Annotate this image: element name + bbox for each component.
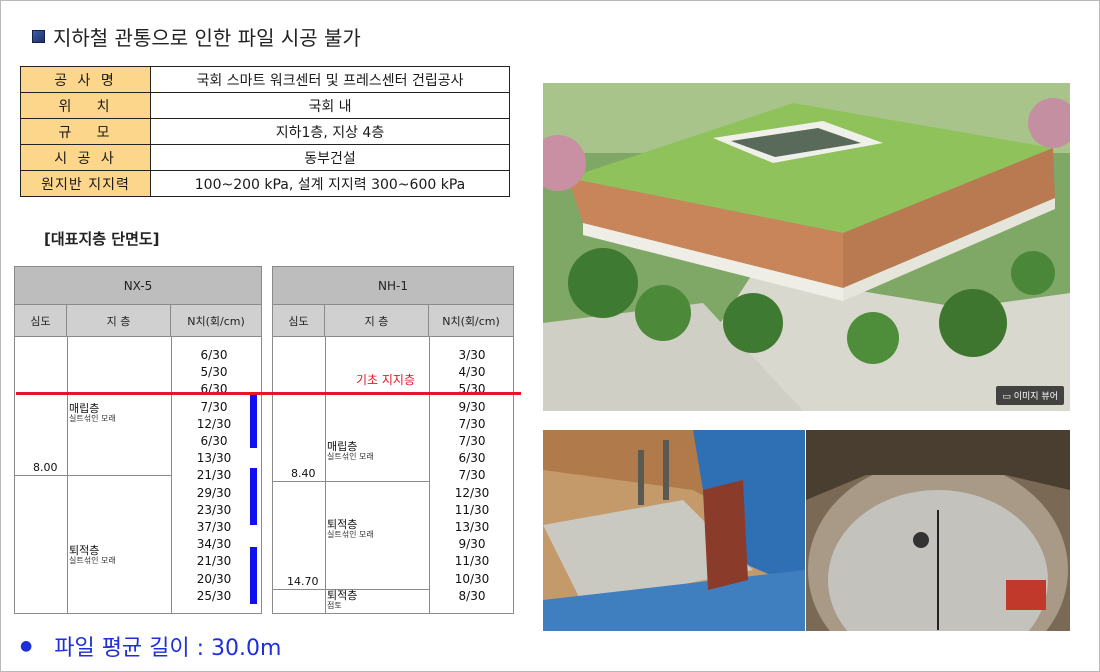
info-value: 100~200 kPa, 설계 지지력 300~600 kPa [150,170,510,197]
n-value: 21/30 [196,554,232,569]
log-header-row: 심도 지 층 N치(회/cm) [273,305,513,337]
info-value: 국회 스마트 워크센터 및 프레스센터 건립공사 [150,66,510,93]
n-value: 20/30 [196,571,232,586]
n-value: 11/30 [454,554,490,569]
n-value: 6/30 [200,382,228,397]
log-header-row: 심도 지 층 N치(회/cm) [15,305,261,337]
n-value: 12/30 [196,416,232,431]
n-value: 7/30 [200,399,228,414]
col-n-value: N치(회/cm) [442,314,500,328]
n-value: 6/30 [458,451,486,466]
n-value-list: 3/30 4/30 5/30 9/30 7/30 7/30 6/30 7/30 12/30 11/… [437,347,507,605]
n-value-bar [250,395,257,448]
bearing-layer-line [16,392,521,395]
pile-length-note: 파일 평균 길이 : 30.0m [54,636,282,661]
depth-mark: 14.70 [287,575,319,588]
info-key: 규 모 [20,118,151,145]
n-value: 12/30 [454,485,490,500]
project-info-table: 공 사 명 국회 스마트 워크센터 및 프레스센터 건립공사 위 치 국회 내 규 … [20,66,510,197]
n-value: 13/30 [196,451,232,466]
bullet-dot-icon: ● [20,638,33,654]
layer-label: 매립층 실트섞인 모래 [69,402,116,424]
col-depth: 심도 [15,305,67,336]
info-key: 원지반 지지력 [20,170,151,197]
n-value: 9/30 [458,537,486,552]
layer-label: 퇴적층 실트섞인 모래 [69,544,116,566]
n-value: 4/30 [458,365,486,380]
slide-title: 지하철 관통으로 인한 파일 시공 불가 [53,26,361,50]
log-name: NX-5 [15,267,261,305]
table-row: 공 사 명 국회 스마트 워크센터 및 프레스센터 건립공사 [20,66,510,93]
n-value: 29/30 [196,485,232,500]
col-layer: 지 층 [325,305,429,336]
n-value: 5/30 [200,365,228,380]
depth-mark: 8.00 [33,461,58,474]
building-illustration [543,83,1070,411]
n-value: 25/30 [196,588,232,603]
bearing-layer-label: 기초 지지층 [356,373,416,387]
info-key: 시 공 사 [20,144,151,171]
log-name: NH-1 [273,267,513,305]
layer-label: 퇴적층 점토 [327,589,358,611]
info-value: 국회 내 [150,92,510,119]
n-value: 3/30 [458,348,486,362]
n-value: 23/30 [196,502,232,517]
n-value: 7/30 [458,468,486,483]
col-depth: 심도 [273,305,325,336]
n-value: 10/30 [454,571,490,586]
excavation-illustration [543,430,805,631]
n-value: 5/30 [458,382,486,397]
image-viewer-badge[interactable]: ▭ 이미지 뷰어 [996,386,1064,405]
n-value-bar [250,547,257,604]
n-value: 11/30 [454,502,490,517]
tunnel-illustration [806,430,1070,631]
info-key: 위 치 [20,92,151,119]
depth-mark: 8.40 [291,467,316,480]
section-title: [대표지층 단면도] [44,230,160,248]
info-value: 동부건설 [150,144,510,171]
layer-label: 퇴적층 실트섞인 모래 [327,518,374,540]
boring-log-nh1: NH-1 심도 지 층 N치(회/cm) 8.40 14.70 매립층 실트섞인… [272,266,514,614]
title-row: 지하철 관통으로 인한 파일 시공 불가 [32,22,361,51]
info-key: 공 사 명 [20,66,151,93]
n-value: 8/30 [458,588,486,603]
square-bullet-icon [32,30,45,43]
table-row: 위 치 국회 내 [20,92,510,119]
boring-log-nx5: NX-5 심도 지 층 N치(회/cm) 8.00 매립층 실트섞인 모래 퇴적… [14,266,262,614]
n-value-list: 6/30 5/30 6/30 7/30 12/30 6/30 13/30 21/30 29/30… [179,347,249,605]
construction-site-photo [543,430,805,631]
info-value: 지하1층, 지상 4층 [150,118,510,145]
n-value: 21/30 [196,468,232,483]
bottom-note: ● 파일 평균 길이 : 30.0m [20,630,281,662]
n-value: 7/30 [458,416,486,431]
table-row: 원지반 지지력 100~200 kPa, 설계 지지력 300~600 kPa [20,170,510,197]
layer-label: 매립층 실트섞인 모래 [327,440,374,462]
n-value: 34/30 [196,537,232,552]
n-value: 9/30 [458,399,486,414]
building-photo: ▭ 이미지 뷰어 [543,83,1070,411]
table-row: 규 모 지하1층, 지상 4층 [20,118,510,145]
n-value: 37/30 [196,520,232,535]
n-value: 6/30 [200,348,228,362]
n-value-bar [250,468,257,525]
tunnel-photo [806,430,1070,631]
n-value: 7/30 [458,434,486,449]
col-layer: 지 층 [67,305,171,336]
col-n-value: N치(회/cm) [187,314,245,328]
log-body: 8.00 매립층 실트섞인 모래 퇴적층 실트섞인 모래 6/30 5/30 6/3… [15,337,261,613]
table-row: 시 공 사 동부건설 [20,144,510,171]
n-value: 13/30 [454,520,490,535]
n-value: 6/30 [200,434,228,449]
